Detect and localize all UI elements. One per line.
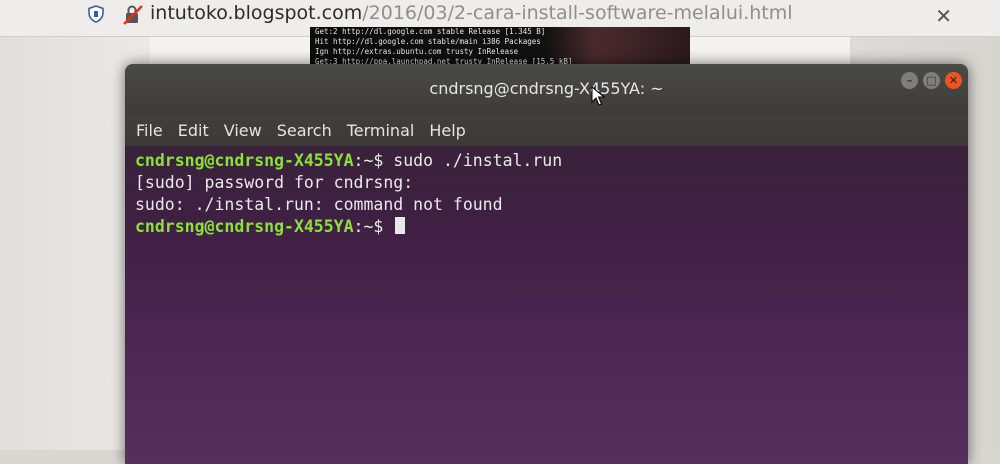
- menu-terminal[interactable]: Terminal: [347, 121, 415, 140]
- prompt-user: cndrsng@cndrsng-X455YA: [135, 151, 354, 170]
- menu-edit[interactable]: Edit: [178, 121, 209, 140]
- terminal-window[interactable]: – □ ✕ cndrsng@cndrsng-X455YA: ~ File Edi…: [125, 64, 968, 464]
- prompt-user: cndrsng@cndrsng-X455YA: [135, 217, 354, 236]
- menu-help[interactable]: Help: [429, 121, 465, 140]
- terminal-menubar: File Edit View Search Terminal Help: [125, 114, 968, 146]
- mouse-pointer-icon: [591, 86, 605, 106]
- shield-icon[interactable]: [88, 5, 104, 23]
- image-text-line: Ign http://extras.ubuntu.com trusty InRe…: [315, 47, 519, 56]
- menu-search[interactable]: Search: [277, 121, 332, 140]
- menu-view[interactable]: View: [224, 121, 262, 140]
- prompt-line: cndrsng@cndrsng-X455YA:~$ sudo ./instal.…: [135, 150, 968, 172]
- prompt-path: :~: [353, 151, 374, 170]
- prompt-symbol: $: [373, 151, 384, 170]
- insecure-lock-icon[interactable]: [122, 4, 144, 26]
- image-text-line: Hit http://dl.google.com stable/main i38…: [315, 37, 541, 46]
- url-host: intutoko.blogspot.com: [150, 2, 363, 24]
- prompt-symbol: $: [373, 217, 384, 236]
- close-icon[interactable]: ✕: [935, 4, 952, 28]
- image-text-line: Get:2 http://dl.google.com stable Releas…: [315, 27, 546, 36]
- output-line: sudo: ./instal.run: command not found: [135, 195, 503, 214]
- terminal-titlebar[interactable]: – □ ✕ cndrsng@cndrsng-X455YA: ~: [125, 64, 968, 114]
- output-line: [sudo] password for cndrsng:: [135, 173, 414, 192]
- menu-file[interactable]: File: [136, 121, 163, 140]
- window-title: cndrsng@cndrsng-X455YA: ~: [429, 79, 664, 98]
- url-path: /2016/03/2-cara-install-software-melalui…: [362, 2, 793, 24]
- command-text: sudo ./instal.run: [383, 151, 563, 170]
- text-cursor: [395, 217, 406, 234]
- address-bar-url[interactable]: intutoko.blogspot.com/2016/03/2-cara-ins…: [150, 2, 793, 24]
- prompt-line: cndrsng@cndrsng-X455YA:~$: [135, 216, 968, 238]
- terminal-output[interactable]: cndrsng@cndrsng-X455YA:~$ sudo ./instal.…: [125, 146, 968, 464]
- prompt-path: :~: [353, 217, 374, 236]
- command-text: [383, 217, 393, 236]
